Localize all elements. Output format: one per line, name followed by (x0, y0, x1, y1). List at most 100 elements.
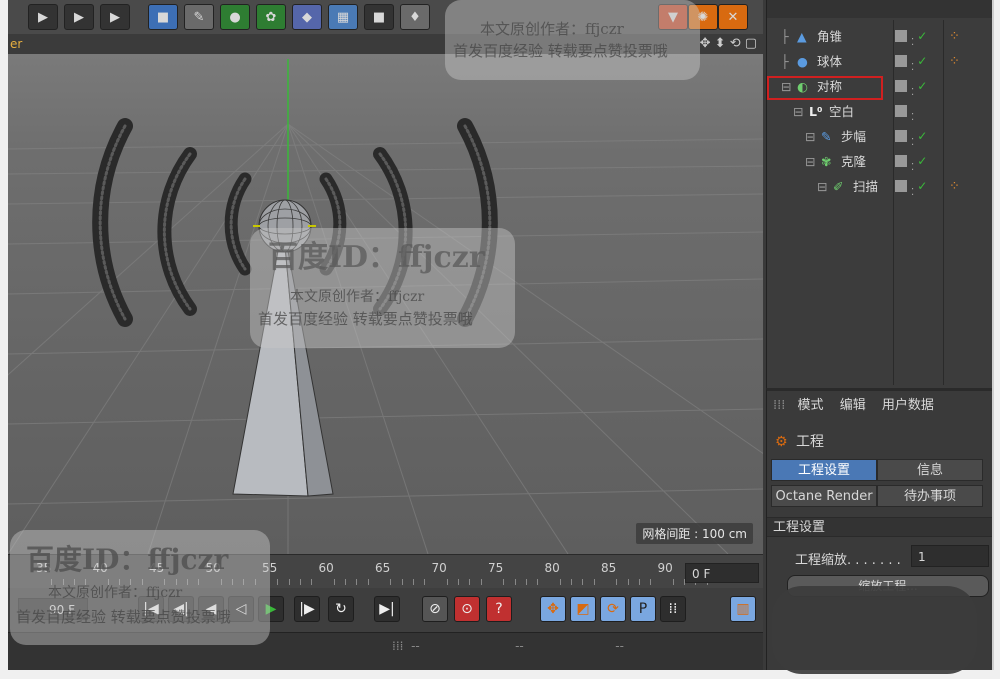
next-key-icon[interactable]: |▶ (294, 596, 320, 622)
visibility-toggles[interactable]: ⁚ ✓ (895, 180, 939, 198)
sphere-icon[interactable]: ● (220, 4, 250, 30)
grid-spacing-label: 网格间距 : 100 cm (636, 523, 753, 544)
scale-project-button[interactable]: 缩放工程... (787, 575, 989, 597)
timeline-tick-mark (356, 579, 358, 585)
attribute-title-label: 工程 (796, 434, 825, 450)
prev-key-icon[interactable]: ◀| (168, 596, 194, 622)
timeline-tick-mark (186, 579, 188, 585)
visibility-toggles[interactable]: ⁚ ✓ (895, 130, 939, 148)
timeline-tick-mark (525, 579, 527, 585)
autokey-icon[interactable]: ⊙ (454, 596, 480, 622)
tree-branch-icon[interactable]: ├ (781, 49, 789, 74)
film-icon[interactable]: ▶ (100, 4, 130, 30)
timeline-tick-mark (503, 579, 505, 585)
scene-icon[interactable]: ▦ (328, 4, 358, 30)
timeline-tick-mark (593, 579, 595, 585)
viewport-title: er (10, 37, 23, 51)
move-icon[interactable]: ✥ (540, 596, 566, 622)
attribute-title: ⚙ 工程 (775, 431, 824, 451)
section-header: 工程设置 (767, 517, 992, 537)
current-frame-field[interactable]: 0 F (685, 563, 759, 583)
material-tag-icon[interactable]: ⁘ (949, 49, 960, 74)
bulb-icon[interactable]: ♦ (400, 4, 430, 30)
scale-icon[interactable]: ◩ (570, 596, 596, 622)
tab-project-settings[interactable]: 工程设置 (771, 459, 877, 481)
tree-branch-icon[interactable]: ⊟ (793, 99, 803, 124)
playback-controls: 90 F |◀ ◀| ◀ ◁ ▶ |▶ ↻ ▶| ⊘ ⊙ ? ✥ ◩ ⟳ P ⁞… (8, 588, 763, 632)
material-menu-icon[interactable]: ⁞⁞⁞ -- -- -- (392, 639, 624, 653)
film-icon[interactable]: ▶ (64, 4, 94, 30)
object-name[interactable]: 扫描 (853, 174, 878, 199)
object-row[interactable]: ⊟ L⁰ 空白 ⁚ (767, 99, 992, 124)
material-bar: ⁞⁞⁞ -- -- -- (8, 632, 763, 670)
timeline-tick-mark (220, 579, 222, 585)
help-icon[interactable]: ✺ (688, 4, 718, 30)
pen-icon[interactable]: ✎ (184, 4, 214, 30)
film-icon[interactable]: ▶ (28, 4, 58, 30)
menu-edit[interactable]: 编辑 (840, 398, 866, 413)
timeline-tick-mark (367, 579, 369, 585)
timeline-tick-mark (458, 579, 460, 585)
object-row[interactable]: ⊟ ✐ 扫描 ⁚ ✓ ⁘ (767, 174, 992, 199)
material-tag-icon[interactable]: ⁘ (949, 24, 960, 49)
object-name[interactable]: 角锥 (817, 24, 842, 49)
menu-user-data[interactable]: 用户数据 (882, 398, 934, 413)
render-icon[interactable]: ▼ (658, 4, 688, 30)
tree-branch-icon[interactable]: ├ (781, 24, 789, 49)
object-name[interactable]: 克隆 (841, 149, 866, 174)
end-frame-field[interactable]: 90 F (18, 598, 88, 620)
play-icon[interactable]: ▶ (258, 596, 284, 622)
timeline-tick-mark (299, 579, 301, 585)
timeline-tick-mark (672, 579, 674, 585)
deformer-icon[interactable]: ◆ (292, 4, 322, 30)
menu-mode[interactable]: 模式 (798, 398, 824, 413)
viewport-nav-icons[interactable]: ✥ ⬍ ⟲ ▢ (700, 34, 757, 54)
tree-branch-icon[interactable]: ⊟ (817, 174, 827, 199)
tab-octane-render[interactable]: Octane Render (771, 485, 877, 507)
visibility-toggles[interactable]: ⁚ ✓ (895, 155, 939, 173)
pla-icon[interactable]: ⁞⁞ (660, 596, 686, 622)
goto-start-icon[interactable]: |◀ (138, 596, 164, 622)
tree-branch-icon[interactable]: ⊟ (805, 124, 815, 149)
timeline-tick-mark (288, 579, 290, 585)
object-row[interactable]: ├ ● 球体 ⁚ ✓ ⁘ (767, 49, 992, 74)
spline-icon[interactable]: ✿ (256, 4, 286, 30)
object-manager-menu[interactable] (767, 0, 992, 18)
object-row[interactable]: ⊟ ✾ 克隆 ⁚ ✓ (767, 149, 992, 174)
visibility-toggles[interactable]: ⁚ ✓ (895, 55, 939, 73)
object-row[interactable]: ├ ▲ 角锥 ⁚ ✓ ⁘ (767, 24, 992, 49)
step-icon: ✎ (821, 129, 832, 144)
timeline-tick-label: 85 (601, 561, 617, 575)
camera-icon[interactable]: ■ (364, 4, 394, 30)
tab-todo[interactable]: 待办事项 (877, 485, 983, 507)
visibility-toggles[interactable]: ⁚ ✓ (895, 80, 939, 98)
timeline-tick-mark (175, 579, 177, 585)
keyframe-help-icon[interactable]: ? (486, 596, 512, 622)
null-icon: L⁰ (809, 104, 823, 119)
object-row[interactable]: ⊟ ✎ 步幅 ⁚ ✓ (767, 124, 992, 149)
object-name[interactable]: 步幅 (841, 124, 866, 149)
visibility-toggles[interactable]: ⁚ ✓ (895, 30, 939, 48)
object-name[interactable]: 空白 (829, 99, 854, 124)
timeline-window-icon[interactable]: ▥ (730, 596, 756, 622)
tab-info[interactable]: 信息 (877, 459, 983, 481)
viewport-header: er ✥ ⬍ ⟲ ▢ (8, 34, 763, 55)
loop-icon[interactable]: ↻ (328, 596, 354, 622)
material-tag-icon[interactable]: ⁘ (949, 174, 960, 199)
3d-viewport[interactable]: 网格间距 : 100 cm (8, 54, 763, 554)
tree-branch-icon[interactable]: ⊟ (805, 149, 815, 174)
project-icon: ⚙ (775, 434, 788, 450)
timeline-tick-label: 90 (657, 561, 673, 575)
prev-frame-icon[interactable]: ◀ (198, 596, 224, 622)
goto-end-icon[interactable]: ▶| (374, 596, 400, 622)
close-tool-icon[interactable]: ✕ (718, 4, 748, 30)
rotate-icon[interactable]: ⟳ (600, 596, 626, 622)
object-name[interactable]: 球体 (817, 49, 842, 74)
play-reverse-icon[interactable]: ◁ (228, 596, 254, 622)
record-key-icon[interactable]: ⊘ (422, 596, 448, 622)
parameter-icon[interactable]: P (630, 596, 656, 622)
scale-field[interactable]: 1 (911, 545, 989, 567)
cube-icon[interactable]: ■ (148, 4, 178, 30)
timeline-ruler[interactable]: 35 40 45 50 55 60 65 70 75 80 85 90 0 F (8, 554, 763, 589)
visibility-toggles[interactable]: ⁚ (895, 105, 939, 123)
